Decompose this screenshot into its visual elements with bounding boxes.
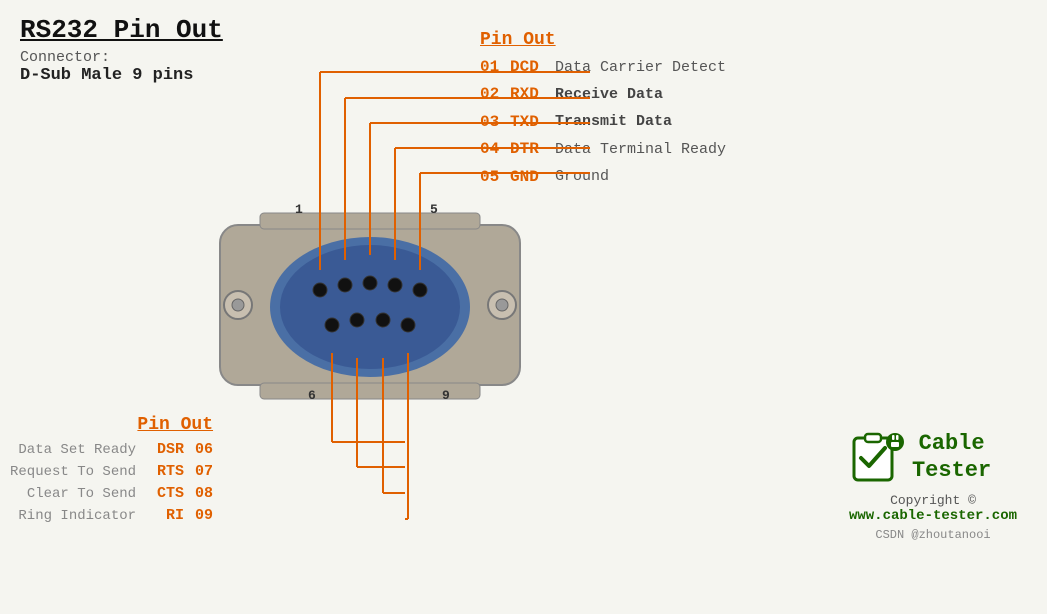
pinout-top-title: Pin Out [480, 30, 726, 50]
website-text: www.cable-tester.com [849, 508, 1017, 524]
pin-num-01: 01 [480, 56, 510, 78]
pin-num-08: 08 [188, 485, 213, 502]
connector-image [200, 195, 540, 425]
pin-label-5: 5 [430, 202, 438, 217]
logo-text: CableTester [912, 431, 991, 484]
pin-label-1: 1 [295, 202, 303, 217]
page: RS232 Pin Out Connector: D-Sub Male 9 pi… [0, 0, 1047, 614]
cable-tester-icon [849, 430, 904, 485]
pinout-top: Pin Out 01 DCD Data Carrier Detect 02 RX… [480, 30, 726, 193]
pin-abbr-01: DCD [510, 56, 555, 78]
pin-label-6: 6 [308, 388, 316, 403]
pin-desc-08: Clear To Send [27, 486, 136, 502]
pin-abbr-09: RI [144, 507, 184, 524]
pin-num-05: 05 [480, 166, 510, 188]
pin-abbr-02: RXD [510, 83, 555, 105]
pinout-bottom: Pin Out Data Set Ready DSR 06 Request To… [10, 415, 213, 529]
pin-desc-02: Receive Data [555, 84, 663, 105]
page-title: RS232 Pin Out [20, 15, 223, 45]
pin-row-04: 04 DTR Data Terminal Ready [480, 138, 726, 160]
logo-area: CableTester Copyright © www.cable-tester… [849, 430, 1017, 542]
pin-abbr-03: TXD [510, 111, 555, 133]
pin-row-06: Data Set Ready DSR 06 [10, 441, 213, 458]
pin-row-05: 05 GND Ground [480, 166, 726, 188]
csdn-watermark: CSDN @zhoutanooi [849, 528, 1017, 542]
pin-desc-06: Data Set Ready [18, 442, 136, 458]
pinout-bottom-title: Pin Out [10, 415, 213, 435]
pin-row-01: 01 DCD Data Carrier Detect [480, 56, 726, 78]
pin-num-09: 09 [188, 507, 213, 524]
pin-abbr-04: DTR [510, 138, 555, 160]
pin-desc-04: Data Terminal Ready [555, 139, 726, 160]
pin-row-02: 02 RXD Receive Data [480, 83, 726, 105]
connector-svg [200, 195, 540, 420]
title-area: RS232 Pin Out Connector: D-Sub Male 9 pi… [20, 15, 223, 85]
pin-desc-01: Data Carrier Detect [555, 57, 726, 78]
pin-abbr-06: DSR [144, 441, 184, 458]
pin-abbr-05: GND [510, 166, 555, 188]
pin-desc-03: Transmit Data [555, 111, 672, 132]
pin-num-03: 03 [480, 111, 510, 133]
pin-row-08: Clear To Send CTS 08 [10, 485, 213, 502]
pin-num-04: 04 [480, 138, 510, 160]
pin-desc-09: Ring Indicator [18, 508, 136, 524]
logo-icon-container: CableTester [849, 430, 1017, 485]
pin-abbr-08: CTS [144, 485, 184, 502]
pin-num-06: 06 [188, 441, 213, 458]
pin-num-07: 07 [188, 463, 213, 480]
pin-row-09: Ring Indicator RI 09 [10, 507, 213, 524]
pin-abbr-07: RTS [144, 463, 184, 480]
connector-type: D-Sub Male 9 pins [20, 66, 223, 85]
pin-num-02: 02 [480, 83, 510, 105]
pin-desc-05: Ground [555, 166, 609, 187]
pin-label-9: 9 [442, 388, 450, 403]
pin-row-03: 03 TXD Transmit Data [480, 111, 726, 133]
pin-desc-07: Request To Send [10, 464, 136, 480]
pin-row-07: Request To Send RTS 07 [10, 463, 213, 480]
connector-label: Connector: [20, 49, 223, 66]
copyright-text: Copyright © [849, 493, 1017, 508]
